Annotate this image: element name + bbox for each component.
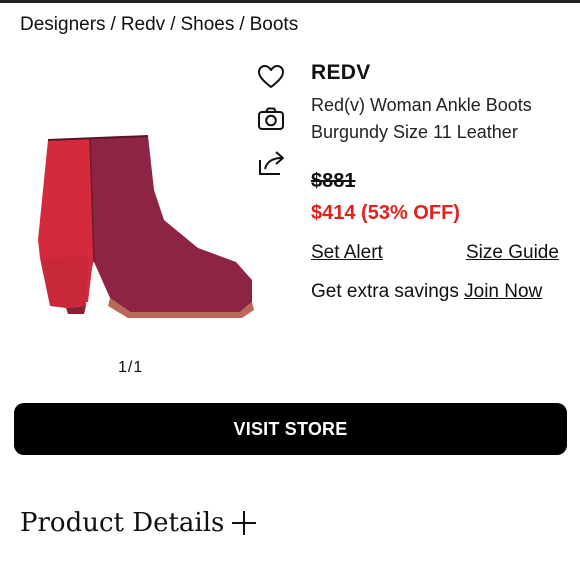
boot-heel <box>40 256 88 308</box>
breadcrumb-boots: Boots <box>249 14 299 35</box>
set-alert-link[interactable]: Set Alert <box>311 242 383 264</box>
join-now-link[interactable]: Join Now <box>464 281 542 302</box>
product-image[interactable] <box>30 130 265 330</box>
image-counter: 1/1 <box>118 359 144 376</box>
product-details-heading: Product Details <box>20 508 225 538</box>
original-price: $881 <box>311 170 356 192</box>
size-guide-link[interactable]: Size Guide <box>466 242 559 264</box>
visit-store-button[interactable]: VISIT STORE <box>14 403 567 455</box>
breadcrumb-shoes[interactable]: Shoes <box>180 14 234 35</box>
top-divider <box>0 0 580 3</box>
breadcrumb-separator: / <box>110 14 116 35</box>
heart-icon[interactable] <box>256 62 286 92</box>
breadcrumb-brand[interactable]: Redv <box>121 14 165 35</box>
camera-icon[interactable] <box>256 104 286 134</box>
sale-price: $414 (53% OFF) <box>311 202 460 224</box>
extra-savings: Get extra savings Join Now <box>311 281 542 303</box>
brand-name[interactable]: REDV <box>311 61 371 85</box>
breadcrumb: Designers / Redv / Shoes / Boots <box>20 14 298 36</box>
breadcrumb-separator: / <box>239 14 245 35</box>
extra-savings-text: Get extra savings <box>311 281 459 302</box>
product-title: Red(v) Woman Ankle Boots Burgundy Size 1… <box>311 95 532 142</box>
breadcrumb-designers[interactable]: Designers <box>20 14 106 35</box>
plus-icon <box>232 511 257 535</box>
share-icon[interactable] <box>256 148 286 178</box>
breadcrumb-separator: / <box>170 14 176 35</box>
product-details-toggle[interactable]: Product Details <box>20 508 257 538</box>
boot-burgundy-panel <box>90 136 252 312</box>
